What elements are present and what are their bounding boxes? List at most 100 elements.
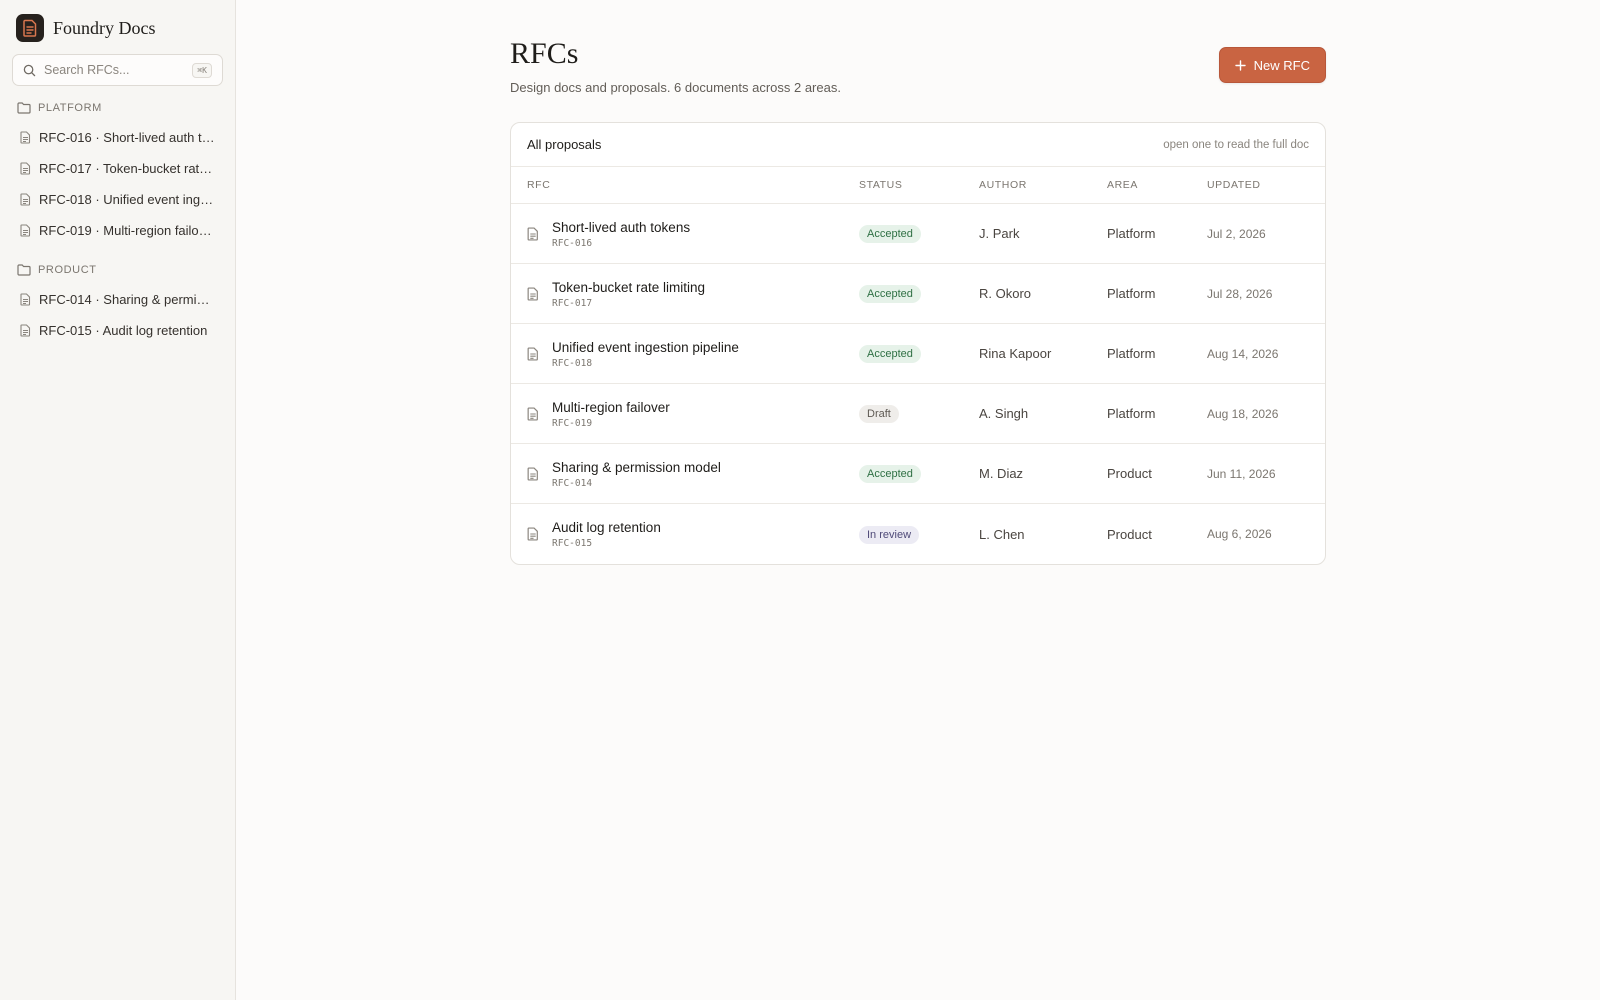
table-body: Short-lived auth tokens RFC-016 Accepted… [511,204,1325,564]
document-icon [527,346,539,361]
area-cell: Platform [1107,406,1156,421]
author-cell: J. Park [979,226,1020,241]
rfc-cell: Short-lived auth tokens RFC-016 [527,219,859,249]
document-icon [527,527,539,541]
column-header-updated[interactable]: UPDATED [1207,179,1309,191]
status-cell: Accepted [859,464,979,483]
document-icon [20,224,31,237]
table-row[interactable]: Short-lived auth tokens RFC-016 Accepted… [511,204,1325,264]
table-row[interactable]: Sharing & permission model RFC-014 Accep… [511,444,1325,504]
card-hint: open one to read the full doc [1163,138,1309,151]
content-column: RFCs Design docs and proposals. 6 docume… [510,36,1326,565]
area-cell: Product [1107,466,1152,481]
search-icon [23,64,36,77]
document-icon [527,286,539,301]
sidebar-item-rfc-018[interactable]: RFC-018 · Unified event ingestion pipeli… [12,184,223,215]
page-subtitle: Design docs and proposals. 6 documents a… [510,80,841,95]
document-icon [527,406,539,421]
rfc-cell: Multi-region failover RFC-019 [527,399,859,429]
rfc-title[interactable]: Token-bucket rate limiting [552,279,705,296]
document-icon [20,131,31,144]
section-label-text: PLATFORM [38,102,102,114]
search-input[interactable] [44,63,185,77]
sidebar-item-rfc-016[interactable]: RFC-016 · Short-lived auth tokens [12,122,223,153]
status-cell: Draft [859,404,979,423]
status-cell: Accepted [859,344,979,363]
section-label-text: PRODUCT [38,264,97,276]
updated-cell: Aug 18, 2026 [1207,406,1279,421]
document-icon [20,324,31,337]
rfc-title[interactable]: Audit log retention [552,519,661,536]
author-cell: A. Singh [979,406,1029,421]
author-cell: R. Okoro [979,286,1032,301]
new-rfc-label: New RFC [1253,57,1310,73]
rfc-title[interactable]: Unified event ingestion pipeline [552,339,739,356]
updated-cell: Jul 2, 2026 [1207,226,1266,241]
rfc-id: RFC-019 [552,417,593,429]
column-header-area[interactable]: AREA [1107,179,1207,191]
column-header-rfc[interactable]: RFC [527,179,859,191]
document-icon [527,226,539,241]
status-cell: In review [859,525,979,544]
updated-cell: Aug 6, 2026 [1207,527,1272,541]
folder-icon [17,264,31,276]
proposals-card: All proposals open one to read the full … [510,122,1326,565]
page-header: RFCs Design docs and proposals. 6 docume… [510,36,1326,95]
area-cell: Platform [1107,226,1156,241]
table-row[interactable]: Multi-region failover RFC-019 Draft A. S… [511,384,1325,444]
brand[interactable]: Foundry Docs [12,12,223,54]
table-header: RFC STATUS AUTHOR AREA UPDATED [511,167,1325,204]
card-header: All proposals open one to read the full … [511,123,1325,167]
table-row[interactable]: Unified event ingestion pipeline RFC-018… [511,324,1325,384]
rfc-id: RFC-016 [552,237,593,249]
folder-icon [17,102,31,114]
rfc-title[interactable]: Short-lived auth tokens [552,219,690,236]
sidebar: Foundry Docs ⌘K PLATFORM RFC-016 · Short… [0,0,236,1000]
column-header-author[interactable]: AUTHOR [979,179,1107,191]
status-badge: Accepted [859,465,921,483]
rfc-title[interactable]: Multi-region failover [552,399,670,416]
search-box[interactable]: ⌘K [12,54,223,86]
new-rfc-button[interactable]: New RFC [1218,47,1326,83]
page-title: RFCs [510,37,579,70]
author-cell: L. Chen [979,526,1025,542]
status-badge: Accepted [859,285,921,303]
app-name: Foundry Docs [53,17,156,38]
updated-cell: Jun 11, 2026 [1207,466,1276,481]
sidebar-item-label: RFC-015 · Audit log retention [39,323,208,338]
status-badge: Draft [859,405,899,423]
plus-icon [1234,59,1246,71]
table-row[interactable]: Token-bucket rate limiting RFC-017 Accep… [511,264,1325,324]
status-badge: In review [859,525,920,544]
author-cell: M. Diaz [979,466,1024,481]
status-cell: Accepted [859,224,979,243]
column-header-status[interactable]: STATUS [859,179,979,191]
sidebar-item-rfc-019[interactable]: RFC-019 · Multi-region failover [12,215,223,246]
rfc-title[interactable]: Sharing & permission model [552,459,721,476]
rfc-id: RFC-017 [552,297,593,309]
area-cell: Product [1107,526,1152,542]
document-icon [20,193,31,206]
status-badge: Accepted [859,345,921,363]
area-cell: Platform [1107,286,1156,301]
main-content: RFCs Design docs and proposals. 6 docume… [236,0,1600,1000]
rfc-cell: Token-bucket rate limiting RFC-017 [527,279,859,309]
sidebar-item-label: RFC-017 · Token-bucket rate limiting [39,161,215,176]
sidebar-item-rfc-014[interactable]: RFC-014 · Sharing & permission model [12,284,223,315]
search-shortcut: ⌘K [192,62,212,78]
sidebar-item-rfc-017[interactable]: RFC-017 · Token-bucket rate limiting [12,153,223,184]
document-logo-icon [16,14,44,42]
updated-cell: Jul 28, 2026 [1207,286,1273,301]
rfc-id: RFC-015 [552,538,593,549]
rfc-id: RFC-018 [552,357,593,369]
card-title: All proposals [527,137,602,152]
status-cell: Accepted [859,284,979,303]
status-badge: Accepted [859,225,921,243]
area-cell: Platform [1107,346,1156,361]
rfc-id: RFC-014 [552,477,593,489]
sidebar-item-label: RFC-014 · Sharing & permission model [39,292,215,307]
sidebar-item-rfc-015[interactable]: RFC-015 · Audit log retention [12,315,223,346]
rfc-cell: Sharing & permission model RFC-014 [527,459,859,489]
table-row[interactable]: Audit log retention RFC-015 In review L.… [511,504,1325,564]
sidebar-item-label: RFC-016 · Short-lived auth tokens [39,130,215,145]
